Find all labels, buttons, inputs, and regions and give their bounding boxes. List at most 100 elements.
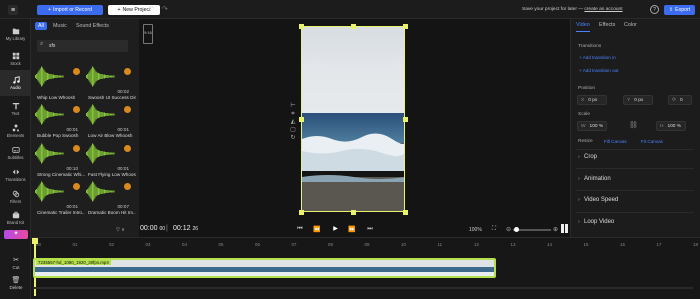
ruler-tick: 15 (583, 242, 589, 247)
export-button[interactable]: ⇪ Export (664, 5, 695, 15)
scale-width-field[interactable]: W 100 % (577, 121, 607, 131)
rotation-field[interactable]: ⟳ 0 (668, 95, 692, 105)
chevron-right-icon: › (578, 219, 580, 225)
add-transition-in[interactable]: + Add transition in (579, 55, 616, 60)
zoom-level[interactable]: 100% (469, 227, 482, 233)
sound-duration: 00:01 (117, 127, 130, 132)
add-transition-out[interactable]: + Add transition out (579, 68, 618, 73)
tab-all[interactable]: All (35, 22, 47, 30)
ruler-tick: 16 (620, 242, 625, 247)
create-account-link[interactable]: create an account (584, 7, 622, 12)
chevron-right-icon: › (578, 197, 580, 203)
fast-forward-button[interactable]: ⏩ (348, 225, 356, 233)
ruler-tick: 14 (547, 242, 552, 247)
skip-back-button[interactable]: ⏮ (296, 225, 304, 233)
tab-music[interactable]: Music (53, 23, 67, 29)
sound-tile[interactable]: 00:01 Cinematic Trailer Intro... (35, 180, 85, 217)
fill-canvas-link[interactable]: Fill Canvas (604, 139, 627, 144)
scale-height-field[interactable]: H 100 % (656, 121, 686, 131)
video-canvas[interactable] (301, 26, 405, 212)
fit-canvas-link[interactable]: Fit Canvas (641, 139, 663, 144)
chevron-right-icon: › (578, 176, 580, 182)
resize-handle[interactable] (298, 209, 304, 215)
sound-tile[interactable]: 00:10 Strong Cinematic Whi... (35, 142, 85, 179)
resize-handle[interactable] (402, 116, 408, 122)
search-value: sfx (49, 43, 56, 49)
sparkle-icon: ✦ (13, 231, 19, 237)
undo-button[interactable]: ↶ (148, 5, 157, 15)
rewind-icon: ⏪ (313, 226, 321, 233)
plus-icon: + (117, 7, 121, 13)
divider (576, 190, 694, 191)
import-record-button[interactable]: + Import or Record (37, 5, 103, 15)
sound-tile[interactable]: 00:01 Fast Flying Low Whoos... (86, 142, 136, 179)
subtitles-icon (11, 146, 20, 153)
resize-label: Resize (578, 139, 593, 144)
resize-handle[interactable] (298, 116, 304, 122)
square-icon[interactable]: ▢ (287, 126, 299, 134)
transitions-icon (12, 169, 19, 175)
video-speed-section[interactable]: › Video Speed (576, 196, 694, 206)
align-left-icon[interactable]: ⊢ (287, 102, 299, 110)
sound-tile[interactable]: Whip Low Whoosh (35, 65, 84, 102)
loop-video-section[interactable]: › Loop Video (576, 218, 694, 228)
position-y-field[interactable]: Y0 px (623, 95, 653, 105)
rotate-icon[interactable]: ↻ (287, 134, 299, 142)
sort-filter-control[interactable]: ▽ ∨ (116, 227, 125, 233)
redo-button[interactable]: ↷ (162, 5, 171, 15)
position-x-field[interactable]: X0 px (577, 95, 607, 105)
sound-name: Whip Low Whoosh (37, 95, 76, 100)
shapes-icon (12, 124, 19, 131)
beach-video-frame (302, 27, 404, 211)
crop-section[interactable]: › Crop (576, 153, 694, 163)
tab-effects[interactable]: Effects (599, 22, 615, 28)
zoom-slider[interactable] (513, 227, 551, 232)
rail-audio[interactable]: Audio (0, 70, 31, 96)
crop-icon[interactable]: ⌗ (287, 110, 299, 118)
rail-stock[interactable]: Stock (0, 46, 31, 72)
animation-section[interactable]: › Animation (576, 175, 694, 185)
playhead-marker[interactable] (32, 238, 38, 244)
resize-handle[interactable] (350, 209, 356, 215)
tab-video[interactable]: Video (576, 22, 590, 28)
zoom-out-icon[interactable]: ⊖ (506, 226, 511, 233)
timeline-scrollbar[interactable] (33, 287, 693, 289)
resize-handle[interactable] (402, 209, 408, 215)
video-clip[interactable]: 7235557-hd_1080_1920_30fps.mp4 (33, 258, 496, 278)
app-logo[interactable]: ≡ (8, 5, 18, 15)
fullscreen-button[interactable]: ⛶ (490, 225, 498, 233)
rewind-button[interactable]: ⏪ (313, 225, 321, 233)
tab-sound-effects[interactable]: Sound Effects (76, 23, 109, 29)
rail-my-library[interactable]: My Library (0, 21, 31, 47)
flip-icon[interactable]: ◭ (287, 118, 299, 126)
play-button[interactable]: ▶ (331, 224, 340, 233)
zoom-in-icon[interactable]: ⊕ (553, 226, 558, 233)
sound-tile[interactable]: 00:01 Bubble Pop Swoosh (35, 103, 84, 140)
cut-tool[interactable]: ✂ Cut (4, 257, 28, 273)
sound-duration: 00:10 (66, 166, 79, 171)
help-icon[interactable]: ? (650, 5, 659, 14)
premium-badge-icon (73, 106, 80, 113)
resize-handle[interactable] (298, 23, 304, 29)
lock-ratio-icon[interactable]: ⛓ (629, 121, 638, 129)
trash-icon: 🗑 (11, 277, 21, 284)
delete-tool[interactable]: 🗑 Delete (4, 276, 28, 294)
sound-tile[interactable]: 00:01 Low Air Blow Whoosh (86, 103, 135, 140)
skip-forward-button[interactable]: ⏭ (366, 225, 374, 233)
timeline-toggle[interactable] (561, 224, 568, 233)
sound-tile[interactable]: 00:07 Dramatic Boom Hit Im... (86, 180, 136, 217)
resize-handle[interactable] (402, 23, 408, 29)
tab-underline (576, 31, 590, 32)
grid-icon (12, 52, 19, 59)
zoom-slider-handle[interactable] (514, 227, 519, 232)
tab-color[interactable]: Color (624, 22, 637, 28)
ruler-tick: 04 (182, 242, 187, 247)
magic-button[interactable]: ✦ (4, 230, 28, 239)
ruler-tick: 06 (255, 242, 260, 247)
text-icon (12, 102, 19, 109)
resize-handle[interactable] (350, 23, 356, 29)
sound-tile[interactable]: 00:02 Swoosh UI Success Din... (86, 65, 136, 102)
rail-brand-kit[interactable]: Brand Kit (0, 205, 31, 231)
aspect-ratio-button[interactable]: 9:16 (143, 24, 153, 44)
export-icon: ⇪ (668, 7, 674, 13)
